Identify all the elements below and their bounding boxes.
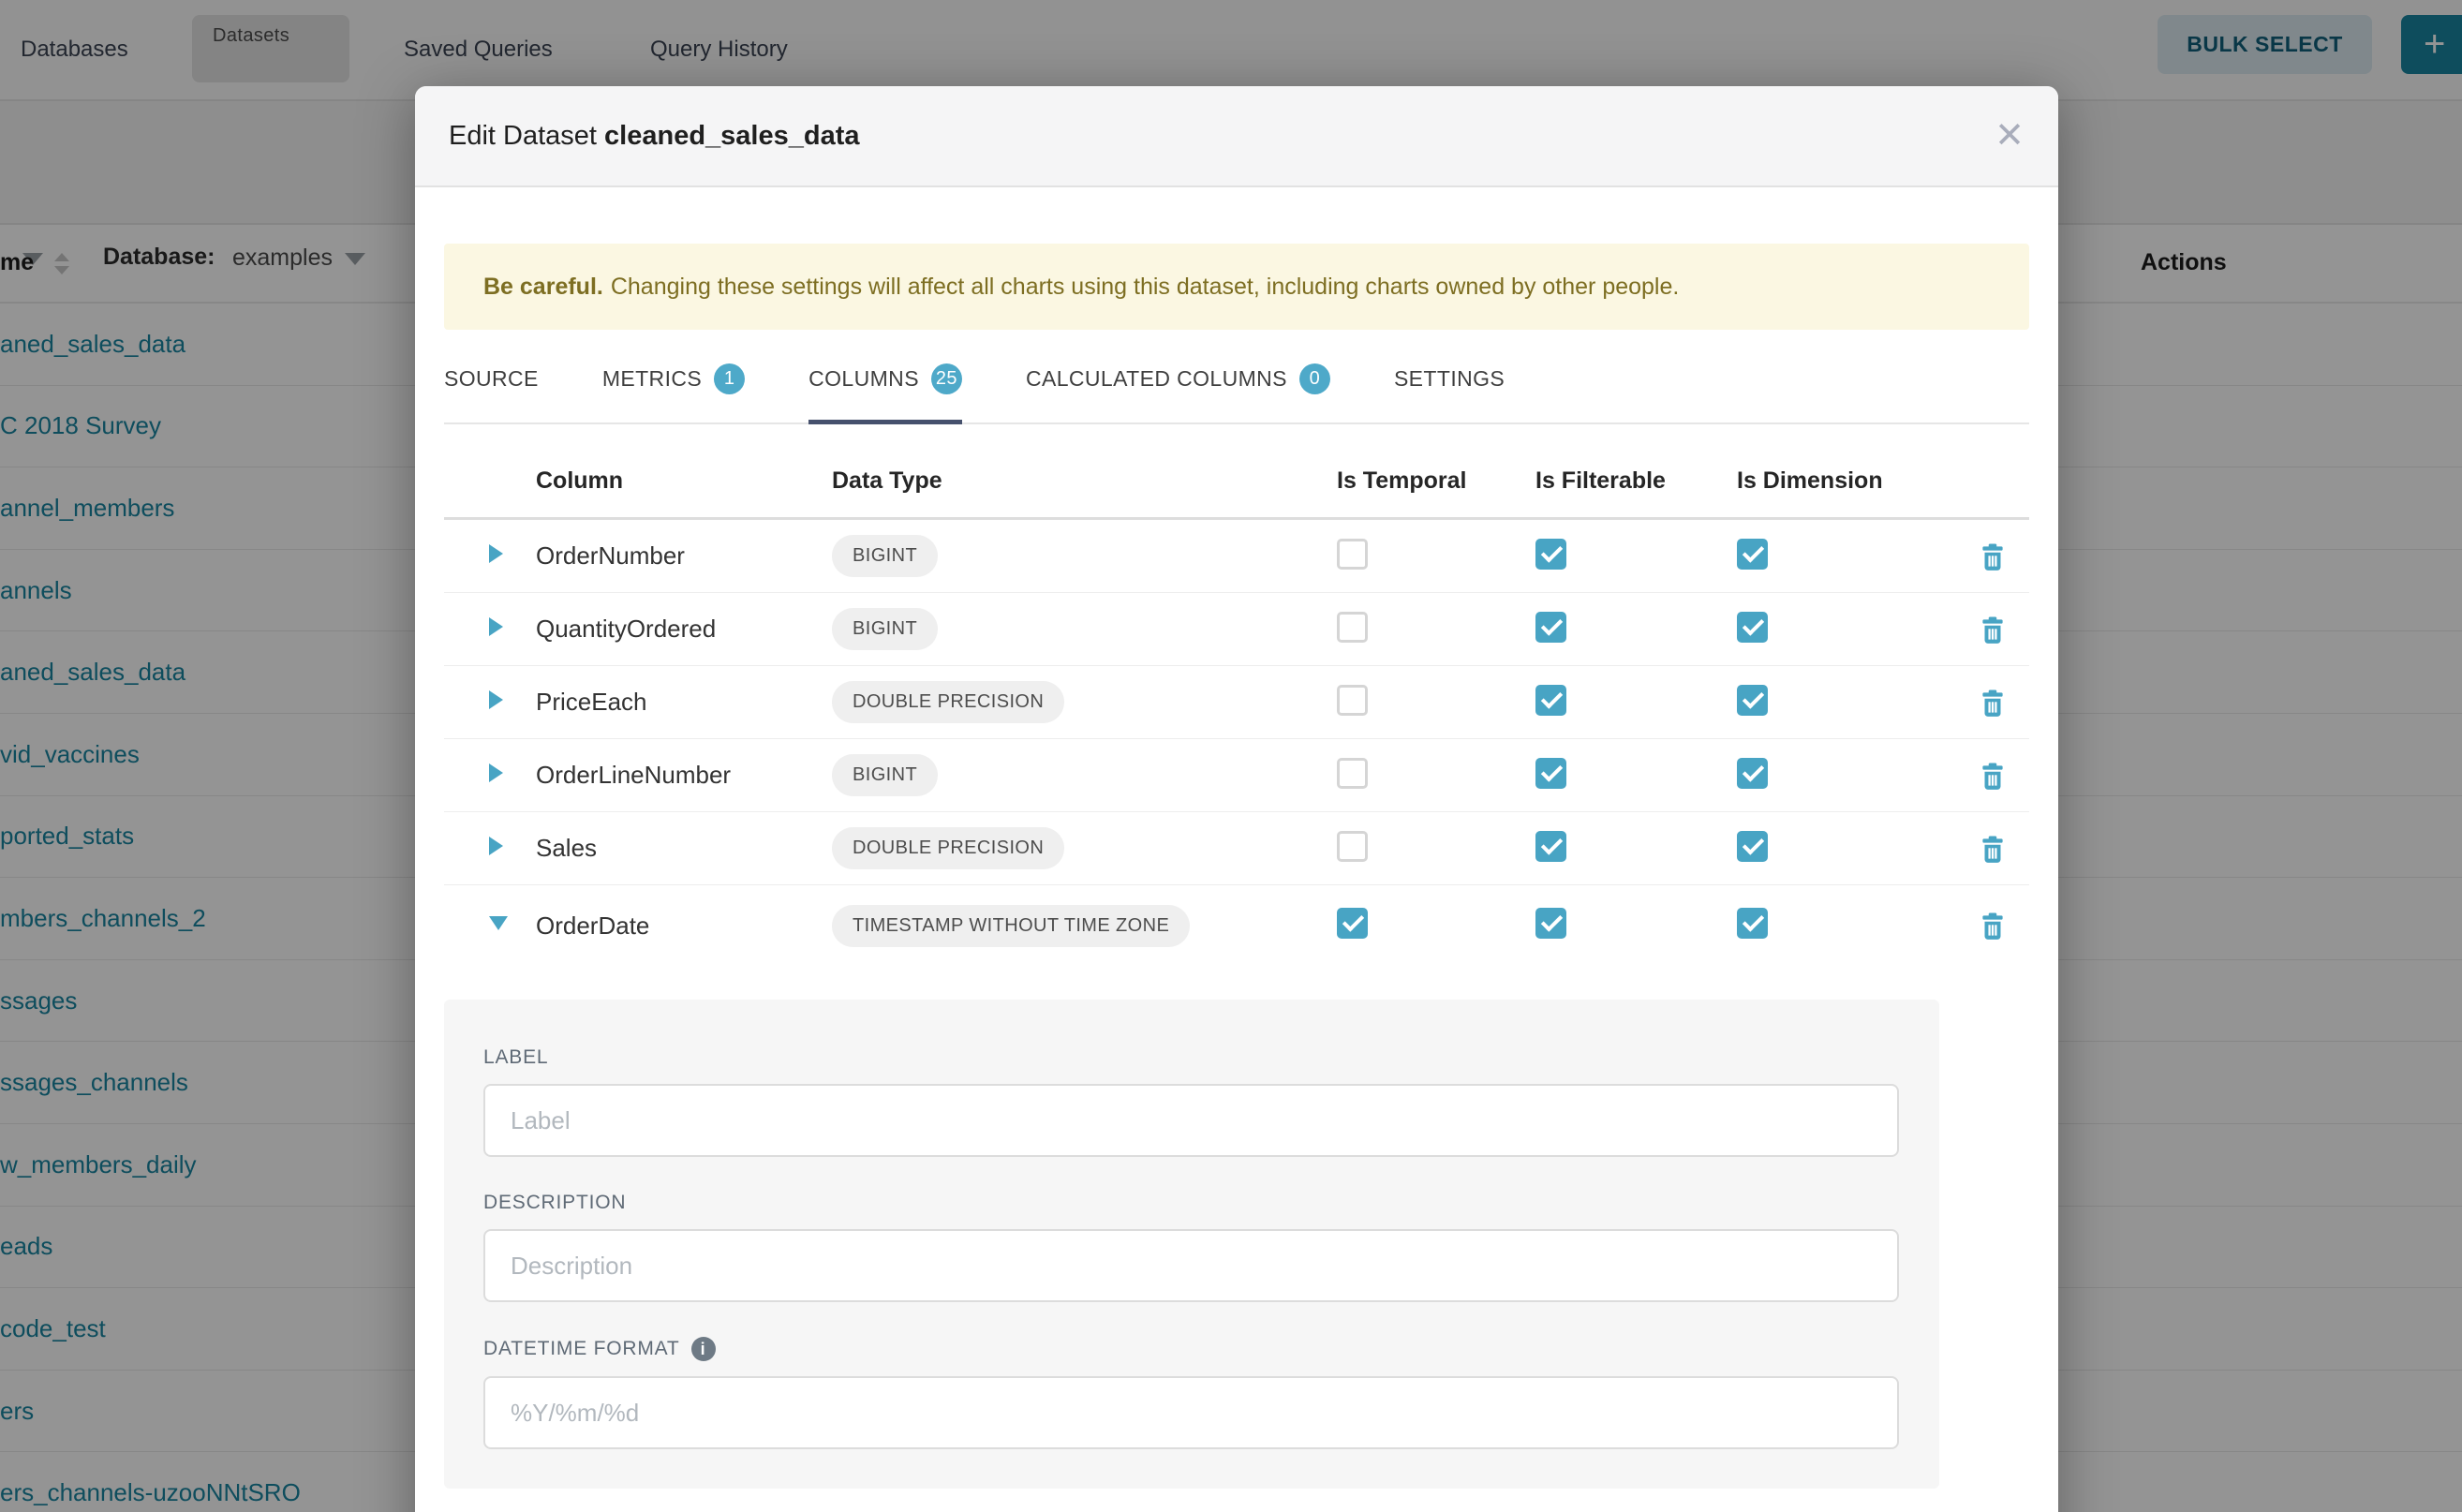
delete-column-button[interactable]: [1962, 760, 2029, 792]
column-detail-panel: LABEL DESCRIPTION DATETIME FORMAT i: [444, 1000, 1939, 1489]
is-temporal-checkbox[interactable]: [1337, 758, 1368, 789]
data-type-pill: BIGINT: [832, 535, 938, 577]
close-icon[interactable]: ✕: [1995, 118, 2024, 154]
modal-body: Be careful. Changing these settings will…: [415, 244, 2058, 1489]
is-dimension-checkbox[interactable]: [1737, 539, 1768, 570]
caret-right-icon[interactable]: [444, 544, 536, 568]
caret-right-icon[interactable]: [444, 837, 536, 860]
data-type-pill: TIMESTAMP WITHOUT TIME ZONE: [832, 905, 1190, 947]
header-column: Column: [536, 467, 832, 495]
datetime-format-heading: DATETIME FORMAT i: [483, 1337, 1898, 1361]
caret-right-icon[interactable]: [444, 763, 536, 787]
tab-settings[interactable]: SETTINGS: [1394, 363, 1505, 422]
data-type-pill: DOUBLE PRECISION: [832, 827, 1064, 869]
column-name: OrderLineNumber: [536, 761, 832, 790]
column-row: OrderLineNumberBIGINT: [444, 739, 2029, 812]
datetime-format-input[interactable]: [483, 1376, 1899, 1449]
is-temporal-checkbox[interactable]: [1337, 685, 1368, 716]
column-row: SalesDOUBLE PRECISION: [444, 812, 2029, 885]
tab-bar: SOURCE METRICS 1 COLUMNS 25 CALCULATED C…: [444, 363, 2029, 424]
is-dimension-checkbox[interactable]: [1737, 758, 1768, 789]
modal-header: Edit Dataset cleaned_sales_data ✕: [415, 86, 2058, 187]
description-heading: DESCRIPTION: [483, 1192, 1898, 1214]
columns-table-header: Column Data Type Is Temporal Is Filterab…: [444, 467, 2029, 520]
modal-title: Edit Dataset cleaned_sales_data: [449, 121, 860, 152]
warning-text: Changing these settings will affect all …: [611, 274, 1680, 301]
is-filterable-checkbox[interactable]: [1535, 831, 1566, 862]
is-filterable-checkbox[interactable]: [1535, 612, 1566, 643]
column-row: OrderNumberBIGINT: [444, 520, 2029, 593]
description-input[interactable]: [483, 1229, 1899, 1302]
data-type-pill: DOUBLE PRECISION: [832, 681, 1064, 723]
column-row: QuantityOrderedBIGINT: [444, 593, 2029, 666]
delete-column-button[interactable]: [1962, 910, 2029, 941]
header-data-type: Data Type: [832, 467, 1337, 495]
column-name: QuantityOrdered: [536, 615, 832, 644]
is-filterable-checkbox[interactable]: [1535, 908, 1566, 939]
delete-column-button[interactable]: [1962, 833, 2029, 865]
is-filterable-checkbox[interactable]: [1535, 539, 1566, 570]
metrics-count-badge: 1: [714, 363, 745, 394]
tab-metrics[interactable]: METRICS 1: [602, 363, 745, 422]
label-heading: LABEL: [483, 1046, 1898, 1069]
delete-column-button[interactable]: [1962, 614, 2029, 645]
column-name: OrderDate: [536, 912, 832, 941]
caret-right-icon[interactable]: [444, 617, 536, 641]
warning-banner: Be careful. Changing these settings will…: [444, 244, 2029, 330]
is-dimension-checkbox[interactable]: [1737, 908, 1768, 939]
is-temporal-checkbox[interactable]: [1337, 908, 1368, 939]
column-name: PriceEach: [536, 688, 832, 717]
screen: Databases Datasets Saved Queries Query H…: [0, 0, 2462, 1512]
is-dimension-checkbox[interactable]: [1737, 612, 1768, 643]
is-dimension-checkbox[interactable]: [1737, 831, 1768, 862]
columns-count-badge: 25: [931, 363, 962, 394]
column-row: PriceEachDOUBLE PRECISION: [444, 666, 2029, 739]
warning-bold: Be careful.: [483, 274, 603, 301]
info-icon[interactable]: i: [691, 1337, 716, 1361]
tab-source[interactable]: SOURCE: [444, 363, 539, 422]
data-type-pill: BIGINT: [832, 754, 938, 796]
column-name: Sales: [536, 834, 832, 863]
delete-column-button[interactable]: [1962, 541, 2029, 572]
tab-columns[interactable]: COLUMNS 25: [808, 363, 962, 422]
edit-dataset-modal: Edit Dataset cleaned_sales_data ✕ Be car…: [415, 86, 2058, 1512]
is-temporal-checkbox[interactable]: [1337, 831, 1368, 862]
label-input[interactable]: [483, 1084, 1899, 1157]
columns-table: Column Data Type Is Temporal Is Filterab…: [444, 467, 2029, 966]
is-dimension-checkbox[interactable]: [1737, 685, 1768, 716]
caret-right-icon[interactable]: [444, 690, 536, 714]
caret-down-icon[interactable]: [444, 916, 536, 935]
column-row: OrderDateTIMESTAMP WITHOUT TIME ZONE: [444, 885, 2029, 966]
data-type-pill: BIGINT: [832, 608, 938, 650]
column-name: OrderNumber: [536, 541, 832, 571]
header-is-dimension: Is Dimension: [1737, 467, 1962, 495]
is-filterable-checkbox[interactable]: [1535, 685, 1566, 716]
tab-calculated-columns[interactable]: CALCULATED COLUMNS 0: [1026, 363, 1330, 422]
delete-column-button[interactable]: [1962, 687, 2029, 719]
is-filterable-checkbox[interactable]: [1535, 758, 1566, 789]
calculated-columns-count-badge: 0: [1299, 363, 1330, 394]
is-temporal-checkbox[interactable]: [1337, 539, 1368, 570]
header-is-filterable: Is Filterable: [1535, 467, 1737, 495]
is-temporal-checkbox[interactable]: [1337, 612, 1368, 643]
header-is-temporal: Is Temporal: [1337, 467, 1535, 495]
